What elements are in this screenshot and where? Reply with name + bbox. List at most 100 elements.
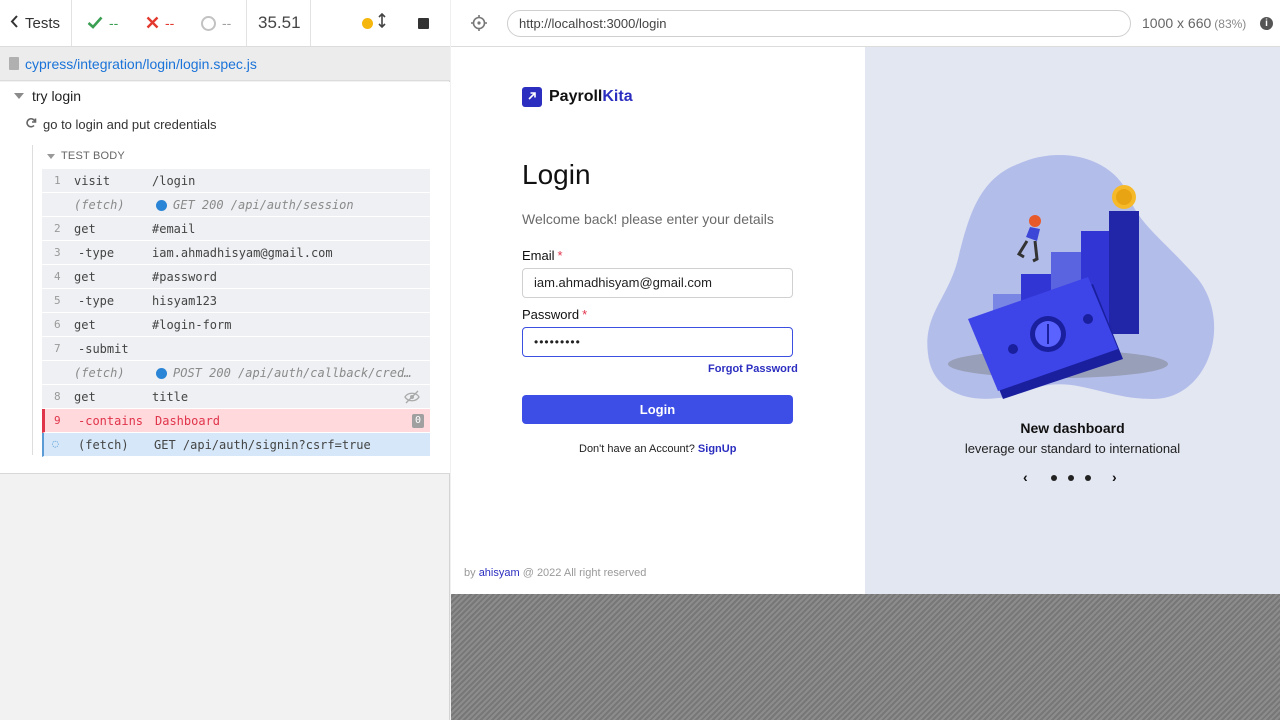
carousel-controls: ‹ › [1023, 469, 1123, 487]
aut-iframe: Payroll Kita Login Welcome back! please e… [451, 47, 1280, 594]
command-row[interactable]: 4 get #password [42, 265, 430, 289]
command-name: -submit [78, 342, 129, 356]
command-name: visit [74, 174, 111, 188]
command-row[interactable]: 1 visit/login [42, 169, 430, 193]
hero-subtitle: leverage our standard to international [964, 441, 1181, 456]
chevron-left-icon[interactable]: ‹ [1023, 469, 1028, 485]
command-name: get [74, 318, 96, 332]
page-subtitle: Welcome back! please enter your details [522, 211, 774, 227]
command-row[interactable]: 7 -submit [42, 337, 430, 361]
stop-button[interactable] [418, 0, 429, 46]
command-message: #login-form [152, 318, 232, 332]
spec-file-link[interactable]: cypress/integration/login/login.spec.js [25, 56, 257, 72]
chevron-left-icon [10, 14, 19, 32]
hero-panel: New dashboard leverage our standard to i… [865, 47, 1280, 594]
x-icon [146, 13, 159, 34]
test-title-text: go to login and put credentials [43, 117, 217, 132]
test-body-label: TEST BODY [61, 150, 125, 162]
viewport-scale: (83%) [1214, 17, 1247, 31]
command-message: hisyam123 [152, 294, 218, 308]
spec-path-bar: cypress/integration/login/login.spec.js [0, 47, 450, 81]
footer: by ahisyam @ 2022 All right reserved [464, 567, 646, 579]
forgot-password-link[interactable]: Forgot Password [708, 363, 798, 375]
chevron-right-icon[interactable]: › [1112, 469, 1117, 485]
footer-by: by [464, 567, 476, 579]
password-label-text: Password [522, 307, 580, 322]
password-label: Password * [522, 307, 587, 322]
command-name: get [74, 270, 96, 284]
command-number: 5 [54, 294, 61, 307]
carousel-dot[interactable] [1068, 475, 1074, 481]
element-count-badge: 0 [412, 414, 424, 428]
command-number: 9 [54, 414, 61, 427]
page-title: Login [522, 159, 591, 190]
command-message-text: GET 200 /api/auth/session [173, 198, 354, 212]
failed-count: -- [146, 0, 174, 46]
viewport-size: 1000 x 660 [1142, 15, 1212, 31]
caret-down-icon [14, 93, 24, 99]
command-row[interactable]: 5 -type hisyam123 [42, 289, 430, 313]
command-message: iam.ahmadhisyam@gmail.com [152, 246, 333, 260]
passed-value: -- [109, 15, 119, 31]
command-name: get [74, 390, 96, 404]
runnable-tree: try login go to login and put credential… [0, 82, 450, 474]
hero-title: New dashboard [1020, 420, 1125, 436]
tests-back-button[interactable]: Tests [10, 0, 60, 46]
aut-header: http://localhost:3000/login 1000 x 660 (8… [451, 0, 1280, 47]
carousel-dot[interactable] [1085, 475, 1091, 481]
carousel-dot[interactable] [1051, 475, 1057, 481]
command-name: (fetch) [74, 198, 125, 212]
command-name: -contains [78, 414, 144, 428]
passed-count: -- [87, 0, 118, 46]
email-label: Email * [522, 248, 563, 263]
password-field[interactable]: ••••••••• [522, 327, 793, 357]
test-body-header[interactable]: TEST BODY [47, 150, 125, 162]
duration: 35.51 [258, 13, 301, 32]
pending-value: -- [222, 15, 232, 31]
footer-author-link[interactable]: ahisyam [479, 567, 520, 579]
command-message: GET 200 /api/auth/session [156, 198, 354, 212]
command-row[interactable]: 9 -contains Dashboard 0 [42, 409, 430, 433]
failed-value: -- [165, 15, 175, 31]
url-bar[interactable]: http://localhost:3000/login [507, 10, 1131, 37]
command-message: Dashboard [155, 414, 221, 428]
command-row[interactable]: (fetch) POST 200 /api/auth/callback/crede… [42, 361, 430, 385]
email-field[interactable]: iam.ahmadhisyam@gmail.com [522, 268, 793, 298]
suite-title[interactable]: try login [14, 88, 81, 104]
command-log: 1 visit/login (fetch) GET 200 /api/auth/ses… [42, 169, 430, 457]
auto-scroll-toggle[interactable] [362, 0, 386, 46]
command-name: -type [78, 294, 115, 308]
required-mark: * [557, 248, 563, 263]
arrow-up-right-icon [522, 87, 542, 107]
status-dot-icon [362, 17, 373, 29]
command-row[interactable]: ◌ (fetch) GET /api/auth/signin?csrf=true [42, 433, 430, 457]
signup-link[interactable]: SignUp [698, 443, 737, 455]
command-name: (fetch) [74, 366, 125, 380]
command-message: POST 200 /api/auth/callback/credentials [156, 366, 418, 380]
stop-icon [418, 17, 429, 29]
hero-illustration [927, 155, 1215, 399]
command-message: #password [152, 270, 218, 284]
selector-playground-icon[interactable] [471, 15, 487, 36]
command-number: 1 [54, 174, 61, 187]
command-number: 7 [54, 342, 61, 355]
brand-logo: Payroll Kita [522, 87, 633, 107]
command-name: get [74, 222, 96, 236]
command-number: 8 [54, 390, 61, 403]
email-label-text: Email [522, 248, 555, 263]
check-icon [87, 13, 103, 34]
command-row[interactable]: 6 get #login-form [42, 313, 430, 337]
info-icon[interactable]: i [1260, 17, 1273, 30]
command-row[interactable]: 2 get #email [42, 217, 430, 241]
command-number: 2 [54, 222, 61, 235]
login-button[interactable]: Login [522, 395, 793, 424]
command-row[interactable]: 3 -type iam.ahmadhisyam@gmail.com [42, 241, 430, 265]
command-row[interactable]: 8 get title [42, 385, 430, 409]
refresh-icon [25, 117, 37, 132]
test-body-section: TEST BODY 1 visit/login (fetch) GET 200 /ap… [32, 145, 430, 457]
command-message: title [152, 390, 189, 404]
command-message: #email [152, 222, 196, 236]
test-title[interactable]: go to login and put credentials [25, 117, 216, 132]
command-row[interactable]: (fetch) GET 200 /api/auth/session [42, 193, 430, 217]
command-number: 6 [54, 318, 61, 331]
